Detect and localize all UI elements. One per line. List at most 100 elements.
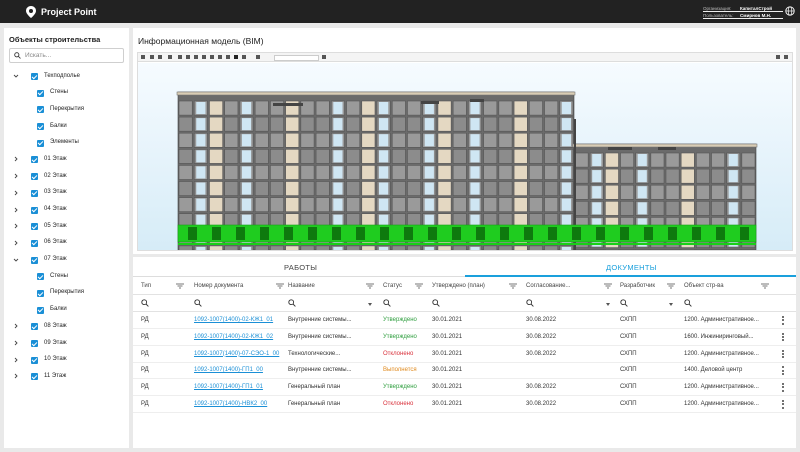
tree-checkbox[interactable] [31,239,38,247]
tree-checkbox[interactable] [31,373,38,381]
cell-number[interactable]: 1092-1007(1400)-02-КЖ1_02 [194,334,273,340]
undo-icon[interactable] [178,55,182,59]
filter-icon[interactable] [366,283,374,289]
search-icon[interactable] [432,299,440,307]
logo[interactable]: Project Point [26,5,97,18]
tree-checkbox[interactable] [31,173,38,181]
layers-icon[interactable] [218,55,222,59]
chevron-right-icon[interactable] [13,223,19,229]
more-options-icon[interactable] [782,332,784,342]
search-icon[interactable] [288,299,296,307]
fullscreen-icon[interactable] [322,55,326,59]
redo-icon[interactable] [186,55,190,59]
chevron-down-icon[interactable] [13,73,19,79]
box-icon[interactable] [234,55,238,59]
tree-checkbox[interactable] [37,139,44,147]
tree-item[interactable]: Балки [4,118,129,135]
globe-icon[interactable] [785,6,795,16]
dropdown-arrow-icon[interactable] [669,303,673,306]
dropdown-arrow-icon[interactable] [606,303,610,306]
search-icon[interactable] [194,299,202,307]
tree-checkbox[interactable] [31,189,38,197]
building-model[interactable] [138,63,792,250]
tree-item[interactable]: 05 Этаж [4,218,129,235]
more-options-icon[interactable] [782,316,784,325]
tree-checkbox[interactable] [31,256,38,264]
search-input[interactable] [25,52,115,59]
grid-icon[interactable] [242,55,246,59]
search-icon[interactable] [620,299,628,307]
tree-item[interactable]: 09 Этаж [4,335,129,352]
tree-item[interactable]: Стены [4,268,129,285]
cell-number[interactable]: 1092-1007(1400)-07-СЭО-1_00 [194,351,279,357]
zoom-icon[interactable] [210,55,214,59]
table-row[interactable]: РД 1092-1007(1400)-07-СЭО-1_00 Технологиче… [133,346,796,363]
tree-checkbox[interactable] [37,123,44,131]
more-options-icon[interactable] [782,366,784,375]
tree-item[interactable]: 03 Этаж [4,185,129,202]
more-options-icon[interactable] [782,383,784,392]
tree-item[interactable]: Элементы [4,135,129,152]
more-options-icon[interactable] [782,349,784,359]
table-row[interactable]: РД 1092-1007(1400)-02-КЖ1_01 Внутренние си… [133,312,796,329]
tab-documents[interactable]: ДОКУМЕНТЫ [606,263,657,272]
arrow-icon[interactable] [194,55,198,59]
search-icon[interactable] [141,299,149,307]
tree-checkbox[interactable] [37,306,44,314]
cut-tool-icon[interactable] [150,55,154,59]
tree-checkbox[interactable] [31,223,38,231]
chevron-right-icon[interactable] [13,340,19,346]
measure-tool-icon[interactable] [158,55,162,59]
table-row[interactable]: РД 1092-1007(1400)-ГП1_01 Генеральный план… [133,379,796,397]
chevron-right-icon[interactable] [13,173,19,179]
column-header[interactable]: Номер документа [194,283,243,289]
tree-item[interactable]: Техподполье [4,68,129,85]
tree-checkbox[interactable] [37,106,44,114]
table-row[interactable]: РД 1092-1007(1400)-ГП1_00 Внутренние систе… [133,362,796,380]
dropdown-arrow-icon[interactable] [368,303,372,306]
column-header[interactable]: Объект стр-ва [684,283,724,289]
column-header[interactable]: Разработчик [620,283,655,289]
filter-icon[interactable] [415,283,423,289]
tree-item[interactable]: 06 Этаж [4,235,129,252]
tree-checkbox[interactable] [31,206,38,214]
chevron-right-icon[interactable] [13,156,19,162]
tree-item[interactable]: 07 Этаж [4,252,129,269]
tree-checkbox[interactable] [31,73,38,80]
tree-checkbox[interactable] [31,340,38,347]
chevron-down-icon[interactable] [13,257,19,263]
filter-icon[interactable] [509,283,517,289]
tree-item[interactable]: 08 Этаж [4,318,129,335]
chevron-right-icon[interactable] [13,357,19,363]
chevron-right-icon[interactable] [13,323,19,329]
close-icon[interactable] [784,55,788,59]
search-icon[interactable] [383,299,391,307]
camera-icon[interactable] [256,55,260,59]
column-header[interactable]: Тип [141,283,151,289]
sidebar-search[interactable] [9,48,124,63]
tree-item[interactable]: 02 Этаж [4,168,129,185]
more-options-icon[interactable] [782,400,784,409]
table-row[interactable]: РД 1092-1007(1400)-02-КЖ1_02 Внутренние си… [133,329,796,346]
tree-item[interactable]: Перекрытия [4,285,129,302]
table-row[interactable]: РД 1092-1007(1400)-НВК2_00 Генеральный пла… [133,396,796,413]
chevron-right-icon[interactable] [13,190,19,196]
tree-checkbox[interactable] [37,273,44,281]
tab-works[interactable]: РАБОТЫ [284,263,317,272]
tree-item[interactable]: 11 Этаж [4,368,129,385]
tree-item[interactable]: Балки [4,302,129,319]
select-tool-icon[interactable] [141,55,145,59]
search-icon[interactable] [684,299,692,307]
tree-item[interactable]: 04 Этаж [4,202,129,219]
settings-icon[interactable] [776,55,780,59]
tree-item[interactable]: 10 Этаж [4,352,129,369]
bim-viewer[interactable] [137,52,793,251]
cell-number[interactable]: 1092-1007(1400)-ГП1_00 [194,367,263,373]
filter-icon[interactable] [761,283,769,289]
cell-number[interactable]: 1092-1007(1400)-НВК2_00 [194,401,267,407]
tree-item[interactable]: Перекрытия [4,101,129,118]
tree-checkbox[interactable] [31,156,38,164]
chevron-right-icon[interactable] [13,207,19,213]
filter-icon[interactable] [276,283,284,289]
tree-checkbox[interactable] [31,323,38,331]
